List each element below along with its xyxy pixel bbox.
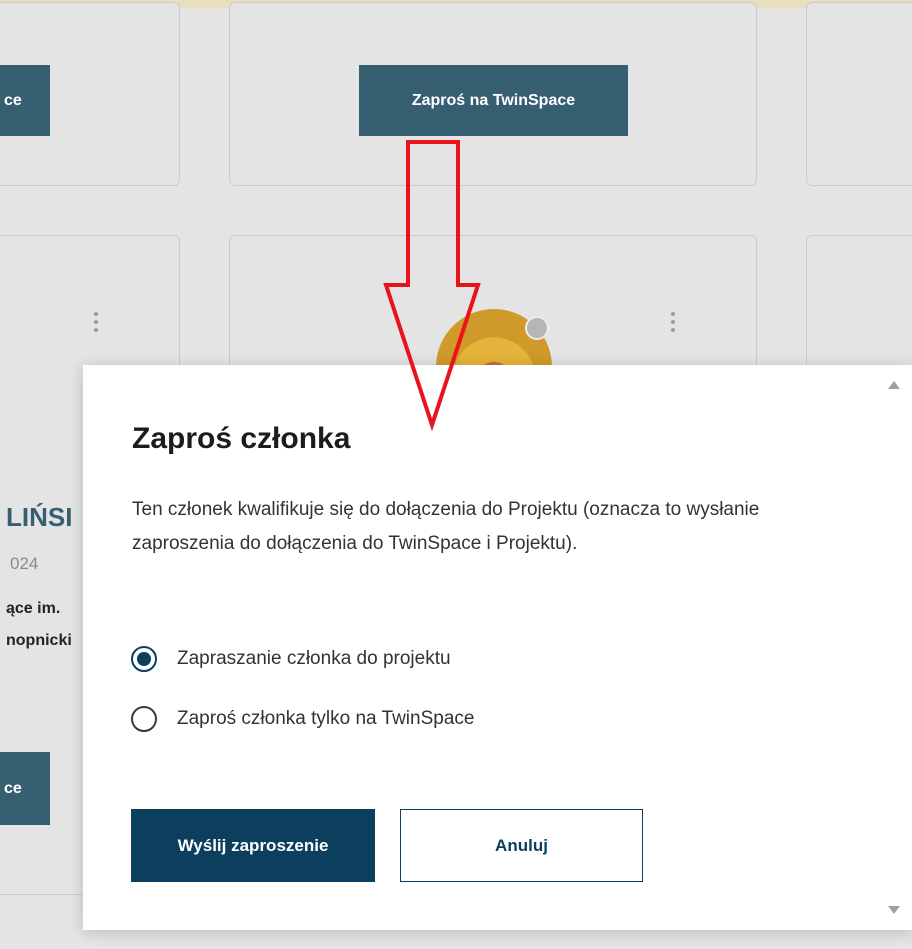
cancel-button[interactable]: Anuluj xyxy=(400,809,643,882)
dialog-description: Ten członek kwalifikuje się do dołączeni… xyxy=(132,499,760,554)
dialog-title: Zaproś członka xyxy=(132,422,351,455)
option-label: Zaproś członka tylko na TwinSpace xyxy=(177,708,475,729)
invite-twinspace-button[interactable]: ce xyxy=(0,65,50,136)
radio-button[interactable] xyxy=(131,706,157,732)
scroll-up-icon[interactable] xyxy=(888,381,900,389)
invite-twinspace-only-option[interactable]: Zaproś członka tylko na TwinSpace xyxy=(131,706,474,732)
send-invitation-button[interactable]: Wyślij zaproszenie xyxy=(131,809,375,882)
invite-twinspace-button[interactable]: ce xyxy=(0,752,50,825)
member-name: LIŃSI xyxy=(6,502,73,532)
option-label: Zapraszanie członka do projektu xyxy=(177,648,451,669)
member-school: nopnicki xyxy=(6,632,72,649)
invite-to-project-option[interactable]: Zapraszanie członka do projektu xyxy=(131,646,451,672)
scroll-down-icon[interactable] xyxy=(888,906,900,914)
radio-button[interactable] xyxy=(131,646,157,672)
member-card xyxy=(806,2,912,186)
kebab-menu-icon[interactable] xyxy=(671,312,675,336)
invite-twinspace-button[interactable]: Zaproś na TwinSpace xyxy=(359,65,628,136)
member-date: 024 xyxy=(10,554,39,573)
status-dot xyxy=(525,316,549,340)
member-school: ące im. xyxy=(6,600,61,617)
invite-member-dialog: Zaproś członka Ten członek kwalifikuje s… xyxy=(83,365,912,930)
kebab-menu-icon[interactable] xyxy=(94,312,98,336)
